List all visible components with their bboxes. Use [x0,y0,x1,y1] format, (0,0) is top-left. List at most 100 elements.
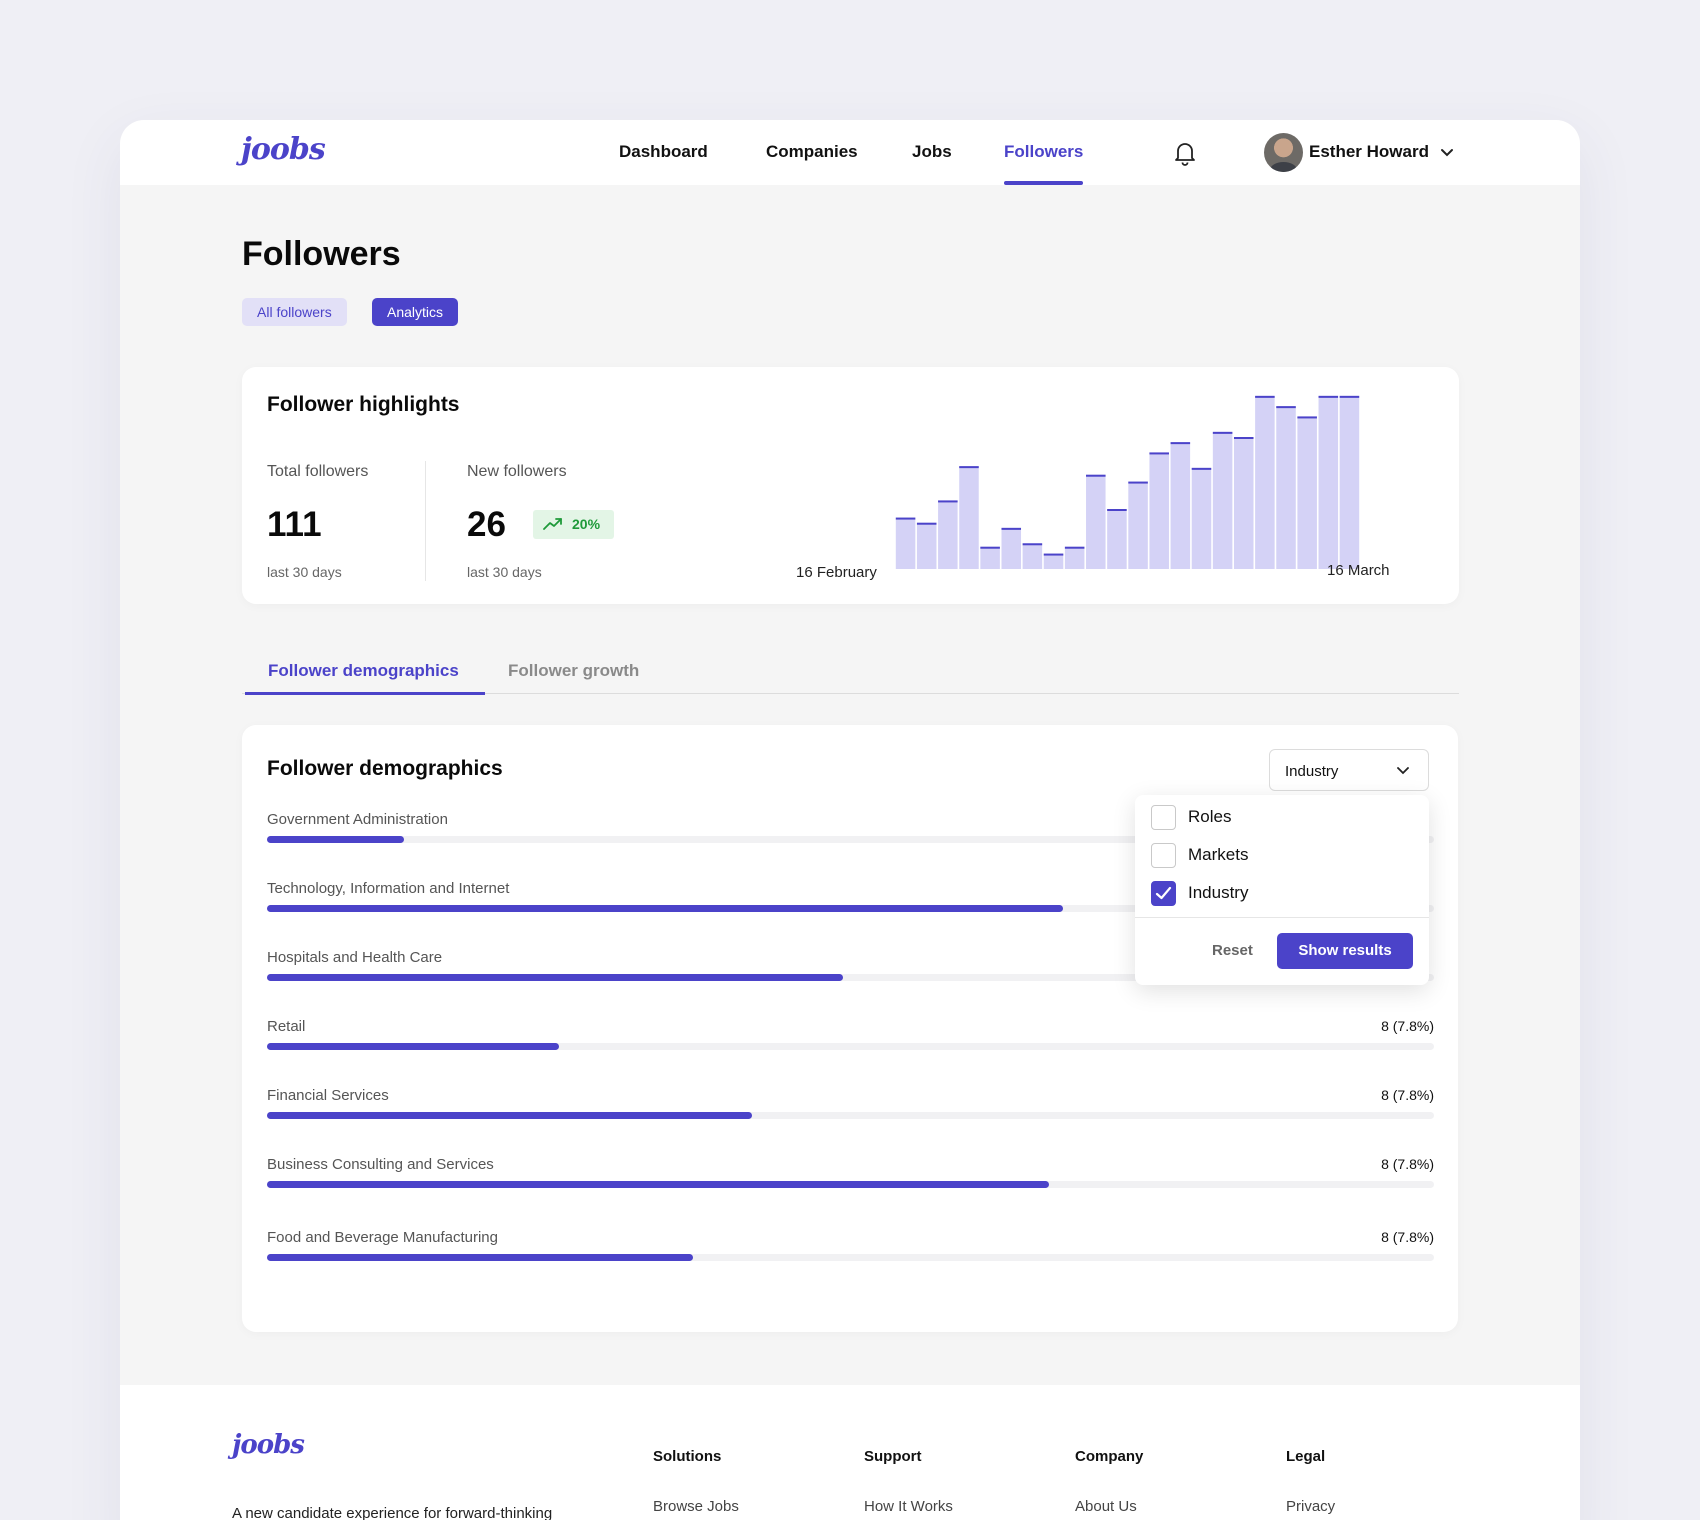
chart-bar-cap [980,546,1000,549]
chart-bar-cap [1149,452,1169,455]
footer: joobs A new candidate experience for for… [120,1385,1580,1520]
filter-dropdown: Roles Markets Industry Reset Show result… [1135,795,1429,985]
demographic-row: Financial Services 8 (7.8%) [267,1087,1434,1137]
progress-fill [267,974,844,981]
chart-end-label: 16 March [1327,562,1390,579]
chart-bar [938,500,958,569]
total-followers-label: Total followers [267,463,369,480]
chart-bar-cap [1086,474,1106,477]
brand-logo[interactable]: joobs [241,132,326,167]
chart-bar-cap [895,517,916,520]
footer-link-browse-jobs[interactable]: Browse Jobs [653,1498,739,1515]
chart-bar-cap [1212,431,1233,434]
demographic-value: 8 (7.8%) [1381,1156,1434,1172]
chart-bar [1001,527,1022,569]
footer-column-title: Support [864,1448,922,1465]
demographic-label: Government Administration [267,811,448,828]
footer-logo[interactable]: joobs [232,1430,305,1460]
chart-bar [1191,467,1212,569]
chart-bar-cap [1170,442,1191,445]
chart-bar [1022,543,1043,569]
avatar[interactable] [1264,133,1303,172]
chart-bar [1128,481,1148,569]
footer-link-how-it-works[interactable]: How It Works [864,1498,953,1515]
checkbox[interactable] [1151,805,1176,830]
tab-follower-demographics[interactable]: Follower demographics [268,661,459,681]
chart-bar [895,517,916,569]
chart-bar-cap [1297,416,1317,419]
chart-bar-cap [1128,481,1148,484]
demographic-label: Retail [267,1018,306,1035]
demographic-label: Financial Services [267,1087,389,1104]
tab-follower-growth[interactable]: Follower growth [508,661,639,681]
chart-bar [1339,395,1360,569]
demographic-row: Retail 8 (7.8%) [267,1018,1434,1068]
progress-fill [267,1181,1049,1188]
demographic-label: Hospitals and Health Care [267,949,443,966]
pill-analytics[interactable]: Analytics [372,298,459,326]
progress-track [267,1043,1434,1050]
demographic-value: 8 (7.8%) [1381,1229,1434,1245]
chart-bar-cap [1043,553,1064,556]
progress-fill [267,1254,693,1261]
filter-option-label: Industry [1188,883,1249,902]
industry-select[interactable]: Industry [1269,749,1429,791]
chart-bar-cap [1191,467,1212,470]
dropdown-divider [1135,917,1429,918]
demographics-title: Follower demographics [267,757,503,780]
footer-column-title: Solutions [653,1448,722,1465]
progress-track [267,1181,1434,1188]
progress-fill [267,905,1063,912]
chart-bar-cap [1107,509,1127,511]
chart-bar-cap [1064,546,1085,549]
chart-bar [1212,431,1233,569]
progress-fill [267,1112,753,1119]
demographic-value: 8 (7.8%) [1381,1087,1434,1103]
chart-bar [1276,406,1296,569]
chart-bar [1086,474,1106,569]
pill-all-followers[interactable]: All followers [242,298,347,326]
chart-bar-cap [1255,395,1275,398]
nav-companies[interactable]: Companies [766,142,858,162]
footer-link-about-us[interactable]: About Us [1075,1498,1137,1515]
chart-bar [1233,437,1254,569]
filter-option-label: Markets [1188,845,1249,864]
chart-bar [1107,509,1127,569]
footer-link-privacy[interactable]: Privacy [1286,1498,1335,1515]
bell-icon[interactable] [1173,140,1197,166]
chart-bar-cap [1022,543,1043,546]
top-navbar: joobs Dashboard Companies Jobs Followers… [120,120,1580,185]
chart-bar [1043,553,1064,569]
chart-bar [980,546,1000,569]
new-followers-period: last 30 days [467,564,542,580]
footer-column-solutions: Solutions Browse Jobs [653,1448,739,1515]
check-icon [1155,886,1172,900]
progress-track [267,1112,1434,1119]
nav-followers[interactable]: Followers [1004,142,1083,162]
growth-percent: 20% [572,516,601,532]
nav-active-indicator [1004,181,1083,185]
chevron-down-icon[interactable] [1439,144,1455,160]
reset-button[interactable]: Reset [1212,942,1253,959]
chart-bar [1297,416,1317,569]
demographic-label: Food and Beverage Manufacturing [267,1229,498,1246]
nav-jobs[interactable]: Jobs [912,142,952,162]
nav-dashboard[interactable]: Dashboard [619,142,708,162]
chart-bar [916,522,937,569]
chart-bar-cap [1339,395,1360,398]
show-results-button[interactable]: Show results [1277,933,1413,969]
checkbox[interactable] [1151,881,1176,906]
chart-bar-cap [959,466,979,469]
growth-badge: 20% [533,510,614,539]
new-followers-label: New followers [467,463,567,480]
chart-bar [1149,452,1169,569]
tab-active-indicator [245,692,485,695]
chart-bar-cap [916,522,937,525]
chart-bar [1255,395,1275,569]
footer-tagline: A new candidate experience for forward-t… [232,1505,553,1520]
page-title: Followers [242,235,401,273]
checkbox[interactable] [1151,843,1176,868]
progress-fill [267,836,404,843]
follower-highlights-chart [895,395,1360,569]
user-name[interactable]: Esther Howard [1309,142,1429,162]
